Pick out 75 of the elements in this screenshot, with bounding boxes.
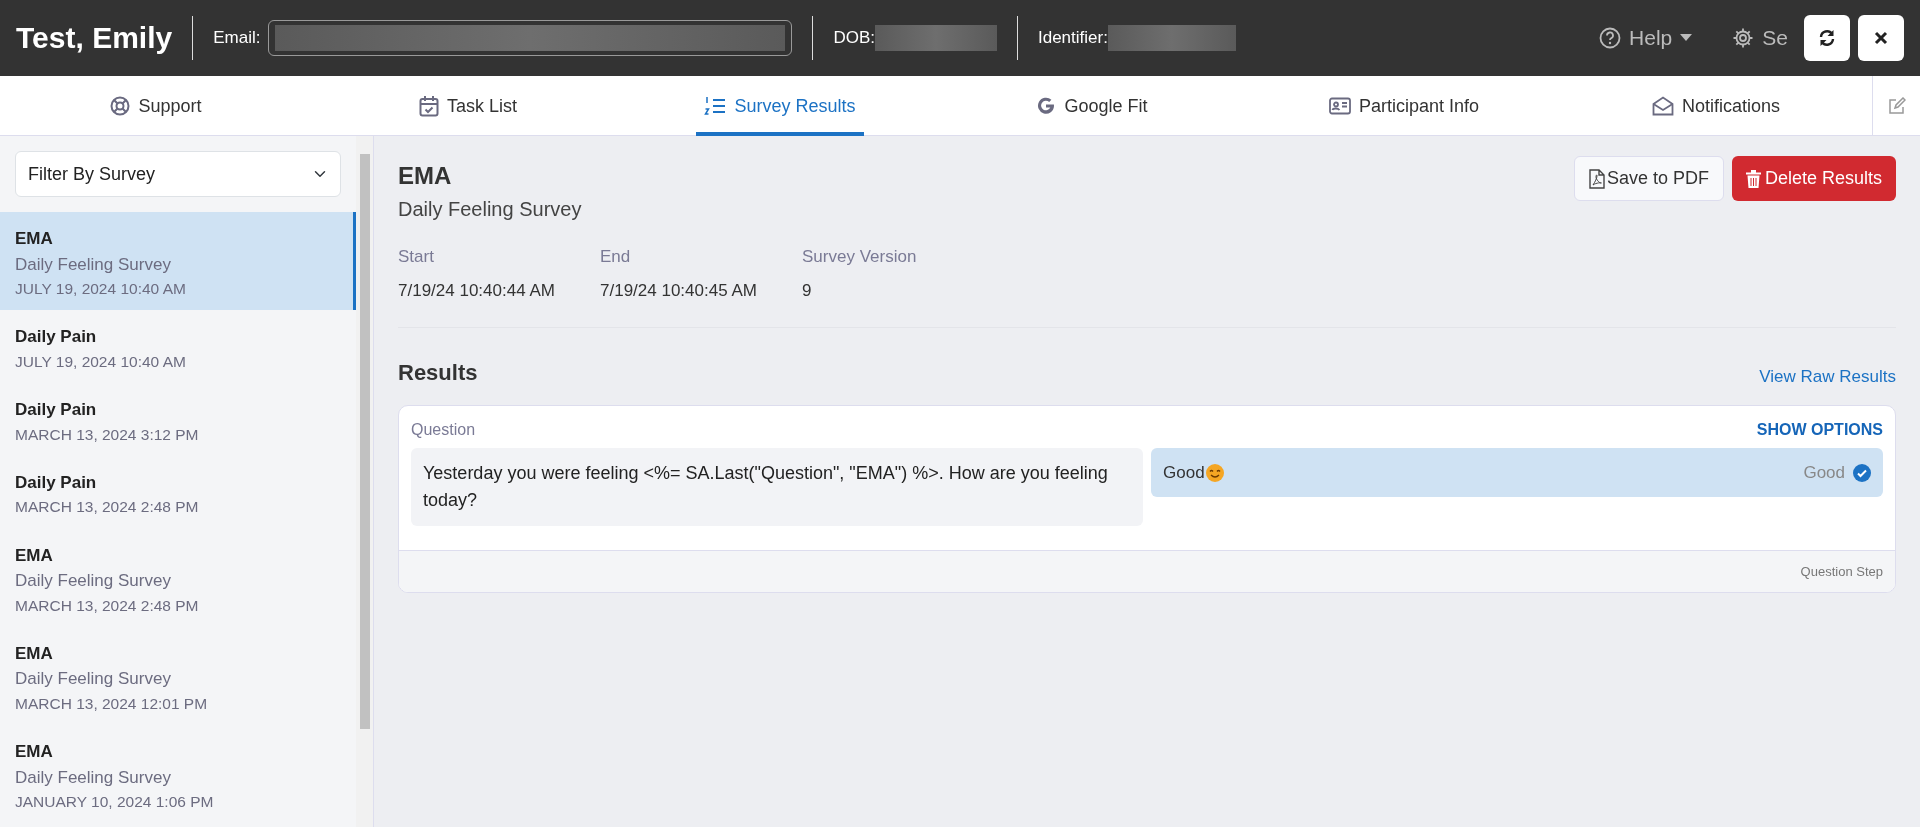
trash-icon xyxy=(1745,169,1761,188)
close-button[interactable] xyxy=(1858,15,1904,61)
survey-subtitle: Daily Feeling Survey xyxy=(398,197,582,222)
meta-value: 7/19/24 10:40:45 AM xyxy=(600,279,758,302)
item-subtitle: Daily Feeling Survey xyxy=(15,253,172,276)
survey-filter-dropdown[interactable]: Filter By Survey xyxy=(15,151,341,197)
settings-menu[interactable]: Se xyxy=(1762,22,1788,54)
scrollbar[interactable] xyxy=(356,136,373,827)
field-label: Email: xyxy=(213,27,261,49)
tab[interactable]: Support xyxy=(102,76,210,136)
show-options-link[interactable]: SHOW OPTIONS xyxy=(1756,418,1883,442)
field-label: Identifier: xyxy=(1037,27,1108,49)
survey-result-item[interactable]: EMA Daily Feeling Survey JANUARY 10, 2024 1:06 PM xyxy=(0,725,356,824)
item-date: MARCH 13, 2024 2:48 PM xyxy=(15,497,200,518)
question-label: Question xyxy=(411,420,476,440)
survey-result-item[interactable]: Daily Pain MARCH 13, 2024 2:48 PM xyxy=(0,455,356,529)
item-title: Daily Pain xyxy=(15,326,98,349)
item-title: EMA xyxy=(15,642,54,665)
id-card-icon xyxy=(1328,97,1351,115)
results-heading: Results xyxy=(398,359,478,387)
help-icon xyxy=(1599,27,1622,49)
item-title: Daily Pain xyxy=(15,471,98,494)
tab[interactable]: Notifications xyxy=(1643,76,1788,136)
item-title: EMA xyxy=(15,544,54,567)
help-menu[interactable]: Help xyxy=(1629,22,1673,54)
survey-result-item[interactable]: Daily Pain JULY 19, 2024 10:40 AM xyxy=(0,310,356,383)
meta-label: End xyxy=(600,246,632,268)
refresh-icon xyxy=(1818,29,1836,47)
item-title: Daily Pain xyxy=(15,399,98,421)
survey-result-item[interactable]: EMA Daily Feeling Survey JULY 19, 2024 10:40 AM xyxy=(0,212,356,311)
view-raw-results-link[interactable]: View Raw Results xyxy=(1759,363,1896,389)
settings-icon xyxy=(1732,27,1755,49)
meta-value: 7/19/24 10:40:44 AM xyxy=(398,279,556,302)
smiling-face-icon xyxy=(1204,462,1225,483)
answer-text: Good xyxy=(1163,461,1205,484)
answer-value: Good xyxy=(1803,461,1845,484)
pdf-file-icon xyxy=(1588,168,1605,189)
google-g-icon xyxy=(1036,96,1057,116)
item-date: MARCH 13, 2024 2:48 PM xyxy=(15,595,200,616)
delete-results-button[interactable]: Delete Results xyxy=(1731,156,1896,201)
item-subtitle: Daily Feeling Survey xyxy=(15,668,172,691)
check-circle-icon xyxy=(1853,463,1871,482)
envelope-icon xyxy=(1651,96,1674,116)
item-subtitle: Daily Feeling Survey xyxy=(15,766,172,789)
refresh-button[interactable] xyxy=(1804,15,1850,61)
close-icon xyxy=(1874,31,1888,45)
meta-label: Survey Version xyxy=(802,246,918,268)
item-title: EMA xyxy=(15,228,54,250)
field-label: DOB: xyxy=(833,27,875,49)
calendar-check-icon xyxy=(419,95,439,117)
lifebuoy-icon xyxy=(110,96,131,116)
survey-result-item[interactable]: EMA Daily Feeling Survey MARCH 13, 2024 2:48 PM xyxy=(0,528,356,627)
item-date: JULY 19, 2024 10:40 AM xyxy=(15,279,187,299)
tab[interactable]: Participant Info xyxy=(1320,76,1488,136)
tab[interactable]: Task List xyxy=(411,76,525,136)
patient-name: Test, Emily xyxy=(16,16,194,60)
caret-icon xyxy=(1680,34,1693,42)
tab[interactable]: Google Fit xyxy=(1028,76,1156,136)
numbered-list-icon xyxy=(704,96,727,116)
item-date: MARCH 13, 2024 3:12 PM xyxy=(15,424,200,445)
item-date: JANUARY 10, 2024 1:06 PM xyxy=(15,792,215,812)
email-field[interactable] xyxy=(268,20,793,56)
save-pdf-button[interactable]: Save to PDF xyxy=(1573,156,1724,201)
survey-result-item[interactable]: EMA Daily Feeling Survey MARCH 13, 2024 12:01 PM xyxy=(0,626,356,725)
survey-title: EMA xyxy=(398,161,453,191)
edit-icon xyxy=(1887,96,1906,115)
item-date: JULY 19, 2024 10:40 AM xyxy=(15,351,187,372)
meta-label: Start xyxy=(398,246,435,268)
item-date: MARCH 13, 2024 12:01 PM xyxy=(15,693,209,714)
meta-value: 9 xyxy=(802,279,813,302)
survey-result-item[interactable]: Daily Pain MARCH 13, 2024 3:12 PM xyxy=(0,383,356,456)
question-text: Yesterday you were feeling <%= SA.Last("Question", "EMA") %>. How are you feeling today? xyxy=(411,448,1143,526)
step-type-label: Question Step xyxy=(1800,562,1883,581)
item-subtitle: Daily Feeling Survey xyxy=(15,570,172,592)
item-title: EMA xyxy=(15,741,54,763)
